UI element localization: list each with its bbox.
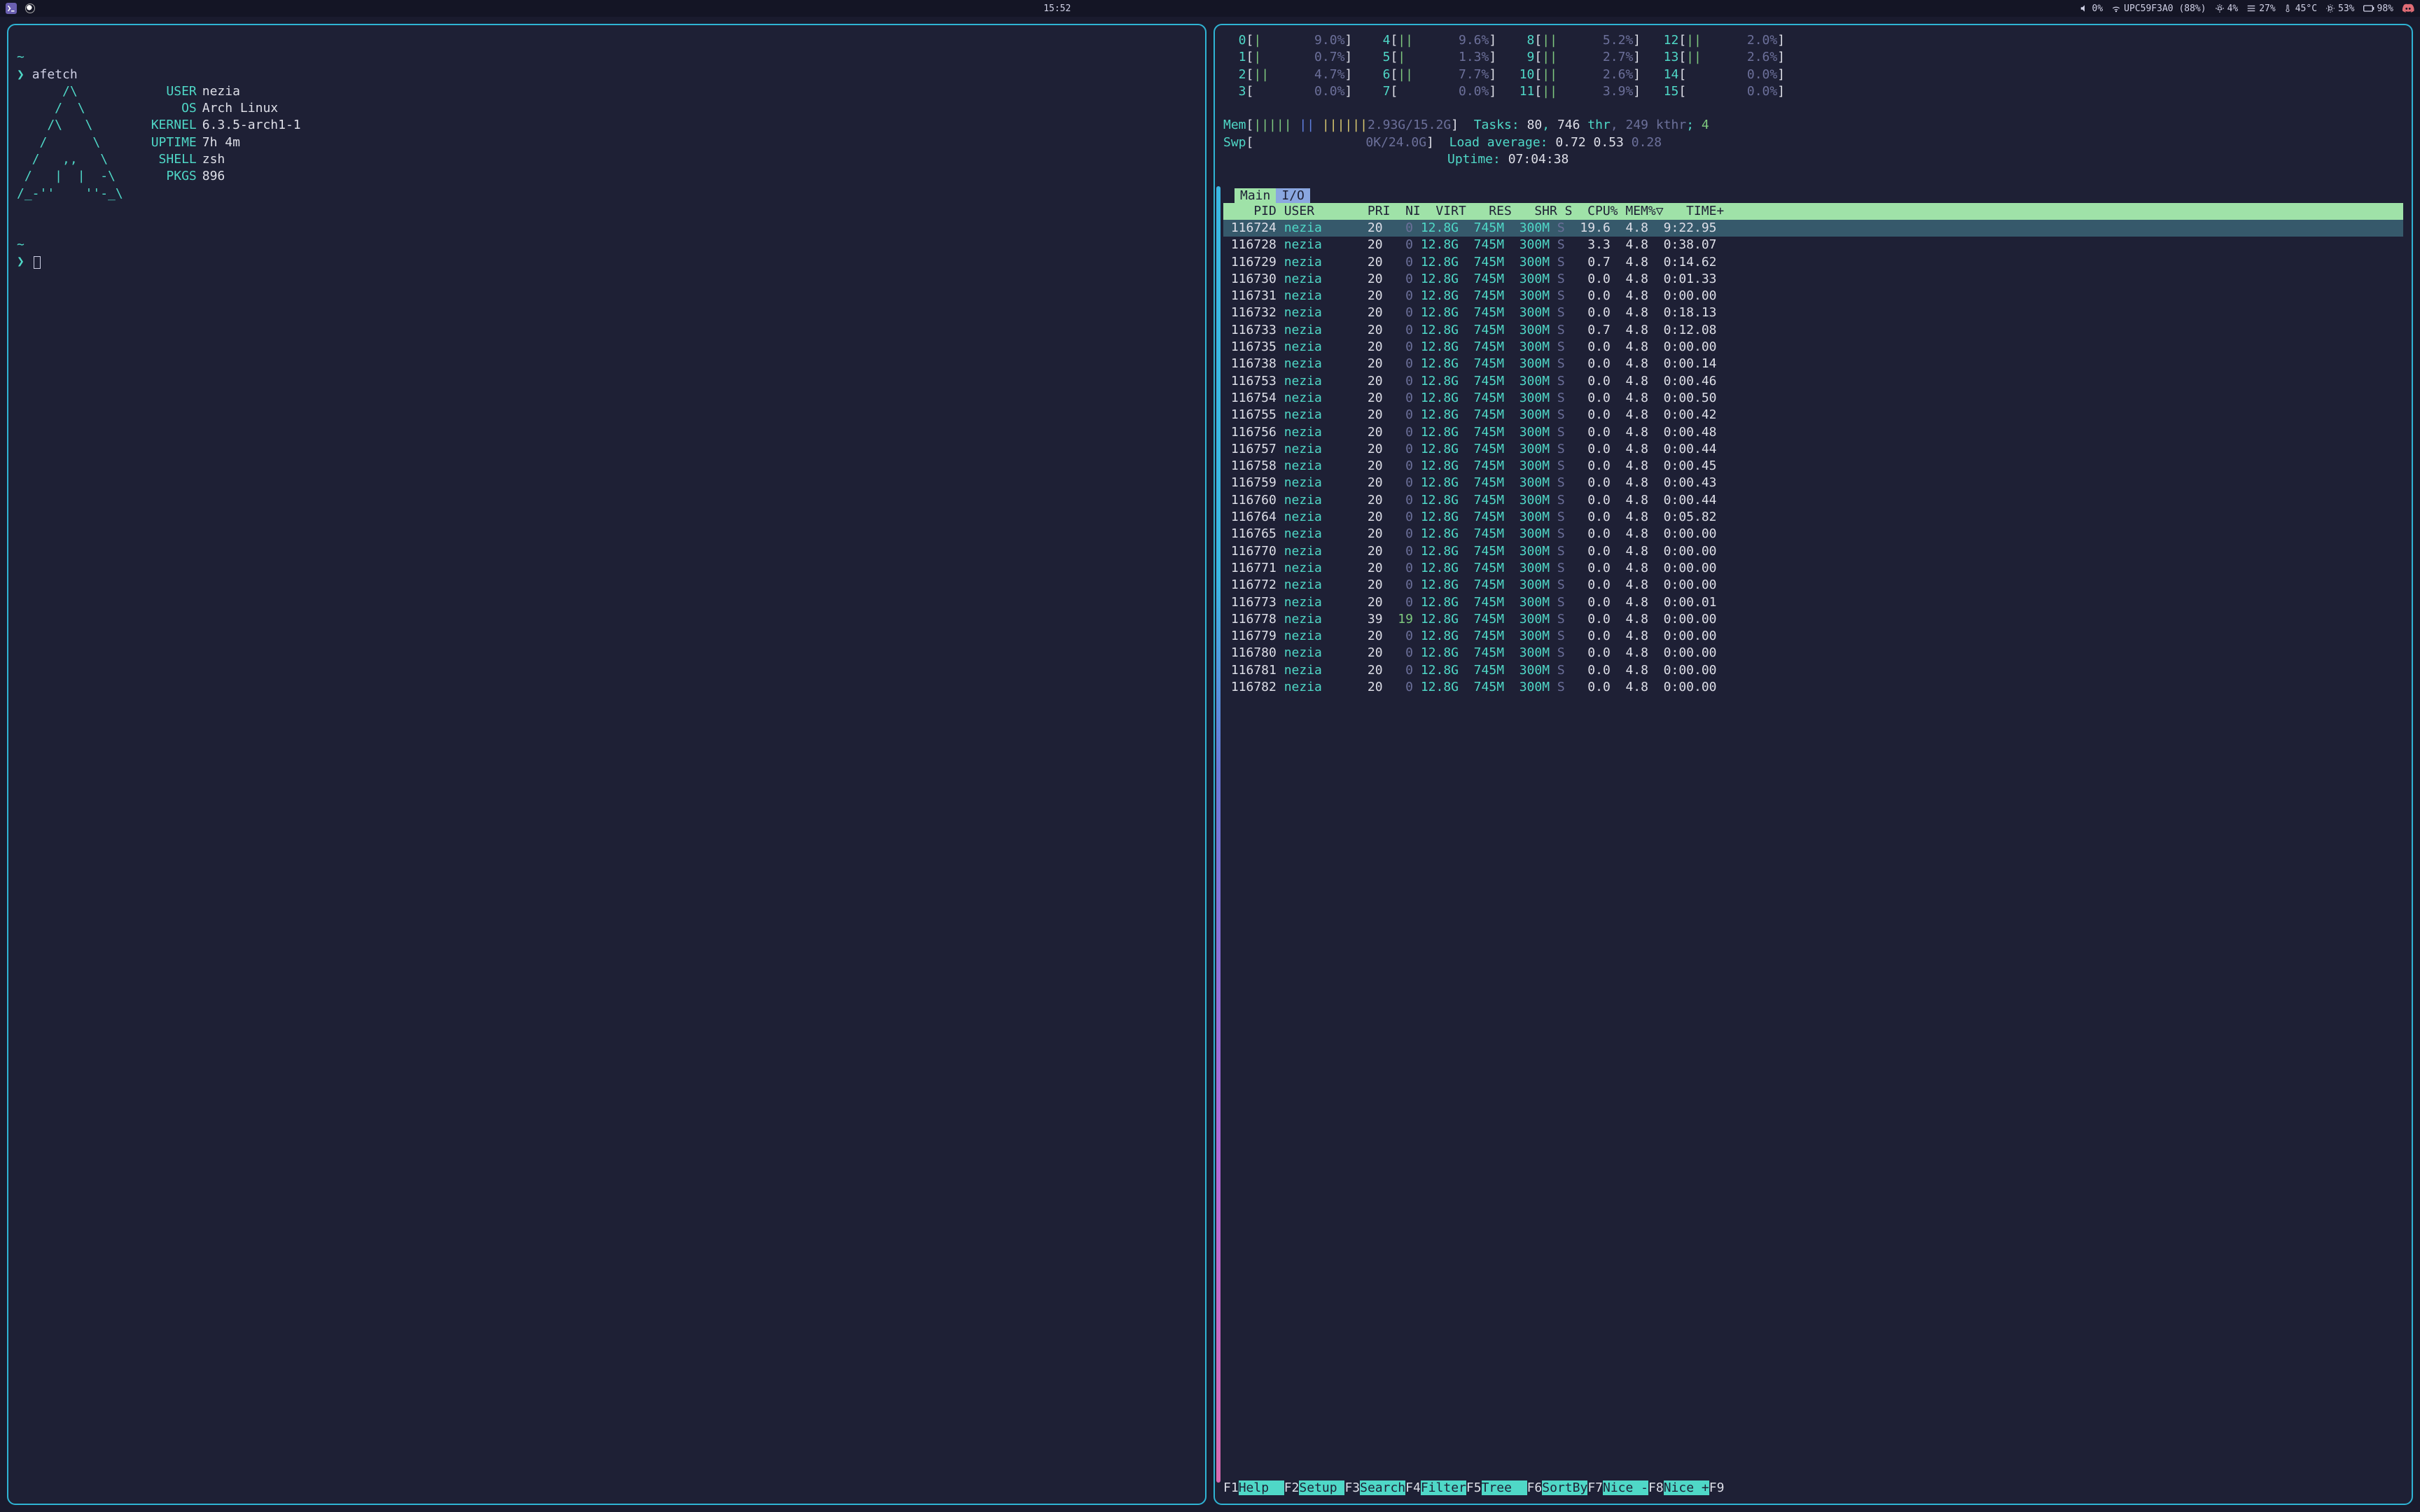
afetch-values: nezia Arch Linux 6.3.5-arch1-1 7h 4m zsh… <box>202 83 301 186</box>
footer-label[interactable]: Filter <box>1421 1480 1466 1495</box>
disk-indicator[interactable]: 27% <box>2246 4 2275 14</box>
process-row[interactable]: 116758 nezia 20 0 12.8G 745M 300M S 0.0 … <box>1223 458 2403 475</box>
volume-indicator[interactable]: 0% <box>2080 4 2103 14</box>
process-row[interactable]: 116733 nezia 20 0 12.8G 745M 300M S 0.7 … <box>1223 322 2403 339</box>
process-row[interactable]: 116755 nezia 20 0 12.8G 745M 300M S 0.0 … <box>1223 407 2403 424</box>
htop-columns-header[interactable]: PID USER PRI NI VIRT RES SHR S CPU% MEM%… <box>1223 203 2403 220</box>
footer-key[interactable]: F7 <box>1587 1480 1603 1495</box>
footer-key[interactable]: F8 <box>1648 1480 1664 1495</box>
process-row[interactable]: 116735 nezia 20 0 12.8G 745M 300M S 0.0 … <box>1223 339 2403 356</box>
volume-value: 0% <box>2092 4 2103 14</box>
temp-indicator[interactable]: 45°C <box>2284 4 2317 14</box>
prompt-symbol: ❯ <box>17 67 25 82</box>
prompt-symbol-2: ❯ <box>17 254 25 269</box>
footer-key[interactable]: F5 <box>1466 1480 1482 1495</box>
process-row[interactable]: 116754 nezia 20 0 12.8G 745M 300M S 0.0 … <box>1223 390 2403 407</box>
htop-process-list[interactable]: 116724 nezia 20 0 12.8G 745M 300M S 19.6… <box>1223 220 2403 1480</box>
app-icon-2[interactable] <box>25 4 35 13</box>
battery-value: 98% <box>2377 4 2393 14</box>
process-row[interactable]: 116729 nezia 20 0 12.8G 745M 300M S 0.7 … <box>1223 254 2403 271</box>
discord-tray-icon[interactable] <box>2402 4 2414 13</box>
afetch-keys: USER OS KERNEL UPTIME SHELL PKGS <box>151 83 197 186</box>
tab-io[interactable]: I/O <box>1276 188 1310 203</box>
process-row[interactable]: 116760 nezia 20 0 12.8G 745M 300M S 0.0 … <box>1223 492 2403 509</box>
process-row[interactable]: 116772 nezia 20 0 12.8G 745M 300M S 0.0 … <box>1223 577 2403 594</box>
process-row[interactable]: 116770 nezia 20 0 12.8G 745M 300M S 0.0 … <box>1223 543 2403 560</box>
battery-indicator[interactable]: 98% <box>2363 4 2393 14</box>
process-row[interactable]: 116753 nezia 20 0 12.8G 745M 300M S 0.0 … <box>1223 373 2403 390</box>
footer-label[interactable]: Nice + <box>1664 1480 1709 1495</box>
footer-label[interactable]: SortBy <box>1542 1480 1587 1495</box>
clock: 15:52 <box>35 4 2080 14</box>
terminal-app-icon[interactable] <box>6 3 17 14</box>
footer-label[interactable]: Help <box>1239 1480 1284 1495</box>
scroll-colorbar <box>1216 186 1221 1483</box>
process-row[interactable]: 116782 nezia 20 0 12.8G 745M 300M S 0.0 … <box>1223 679 2403 696</box>
process-row[interactable]: 116781 nezia 20 0 12.8G 745M 300M S 0.0 … <box>1223 662 2403 679</box>
footer-label[interactable]: Nice - <box>1603 1480 1648 1495</box>
cpu-indicator[interactable]: 4% <box>2215 4 2239 14</box>
terminal-cursor[interactable] <box>34 256 41 269</box>
process-row[interactable]: 116724 nezia 20 0 12.8G 745M 300M S 19.6… <box>1223 220 2403 237</box>
workspace: ~ ❯ afetch /\ / \ /\ \ / \ / ,, \ / | | … <box>0 17 2420 1512</box>
system-topbar: 15:52 0% UPC59F3A0 (88%) 4% 27% 45°C 53% <box>0 0 2420 17</box>
footer-label[interactable]: Tree <box>1482 1480 1527 1495</box>
wifi-indicator[interactable]: UPC59F3A0 (88%) <box>2111 4 2206 14</box>
process-row[interactable]: 116732 nezia 20 0 12.8G 745M 300M S 0.0 … <box>1223 304 2403 321</box>
footer-key[interactable]: F9 <box>1709 1480 1725 1495</box>
process-row[interactable]: 116756 nezia 20 0 12.8G 745M 300M S 0.0 … <box>1223 424 2403 441</box>
process-row[interactable]: 116771 nezia 20 0 12.8G 745M 300M S 0.0 … <box>1223 560 2403 577</box>
process-row[interactable]: 116738 nezia 20 0 12.8G 745M 300M S 0.0 … <box>1223 356 2403 372</box>
terminal-left-pane[interactable]: ~ ❯ afetch /\ / \ /\ \ / \ / ,, \ / | | … <box>7 24 1206 1505</box>
htop-footer-keys: F1Help F2Setup F3SearchF4FilterF5Tree F6… <box>1223 1480 2403 1497</box>
temp-value: 45°C <box>2295 4 2317 14</box>
footer-label[interactable]: Setup <box>1299 1480 1344 1495</box>
afetch-ascii-art: /\ / \ /\ \ / \ / ,, \ / | | -\ /_-'' ''… <box>17 83 123 202</box>
cwd-tilde-2: ~ <box>17 237 25 252</box>
terminal-right-pane-htop[interactable]: 0[| 9.0%] 4[|| 9.6%] 8[|| 5.2%] 12[|| 2.… <box>1214 24 2413 1505</box>
process-row[interactable]: 116731 nezia 20 0 12.8G 745M 300M S 0.0 … <box>1223 288 2403 304</box>
process-row[interactable]: 116764 nezia 20 0 12.8G 745M 300M S 0.0 … <box>1223 509 2403 526</box>
htop-tabs: MainI/O <box>1223 188 2403 203</box>
disk-value: 27% <box>2259 4 2275 14</box>
process-row[interactable]: 116765 nezia 20 0 12.8G 745M 300M S 0.0 … <box>1223 526 2403 542</box>
cpu-value: 4% <box>2227 4 2239 14</box>
footer-key[interactable]: F4 <box>1405 1480 1421 1495</box>
htop-cpu-meters: 0[| 9.0%] 4[|| 9.6%] 8[|| 5.2%] 12[|| 2.… <box>1223 32 2403 100</box>
footer-key[interactable]: F3 <box>1344 1480 1360 1495</box>
process-row[interactable]: 116759 nezia 20 0 12.8G 745M 300M S 0.0 … <box>1223 475 2403 491</box>
process-row[interactable]: 116778 nezia 39 19 12.8G 745M 300M S 0.0… <box>1223 611 2403 628</box>
process-row[interactable]: 116779 nezia 20 0 12.8G 745M 300M S 0.0 … <box>1223 628 2403 645</box>
process-row[interactable]: 116757 nezia 20 0 12.8G 745M 300M S 0.0 … <box>1223 441 2403 458</box>
command-afetch: afetch <box>32 67 78 82</box>
cwd-tilde: ~ <box>17 50 25 64</box>
wifi-value: UPC59F3A0 (88%) <box>2124 4 2206 14</box>
brightness-indicator[interactable]: 53% <box>2325 4 2354 14</box>
footer-key[interactable]: F6 <box>1527 1480 1543 1495</box>
tab-main[interactable]: Main <box>1235 188 1276 203</box>
htop-mem-swap: Mem[||||| || ||||||2.93G/15.2G] Tasks: 8… <box>1223 100 2403 185</box>
process-row[interactable]: 116780 nezia 20 0 12.8G 745M 300M S 0.0 … <box>1223 645 2403 662</box>
brightness-value: 53% <box>2338 4 2354 14</box>
process-row[interactable]: 116728 nezia 20 0 12.8G 745M 300M S 3.3 … <box>1223 237 2403 253</box>
footer-key[interactable]: F1 <box>1223 1480 1239 1495</box>
process-row[interactable]: 116730 nezia 20 0 12.8G 745M 300M S 0.0 … <box>1223 271 2403 288</box>
footer-label[interactable]: Search <box>1360 1480 1405 1495</box>
process-row[interactable]: 116773 nezia 20 0 12.8G 745M 300M S 0.0 … <box>1223 594 2403 611</box>
footer-key[interactable]: F2 <box>1284 1480 1300 1495</box>
